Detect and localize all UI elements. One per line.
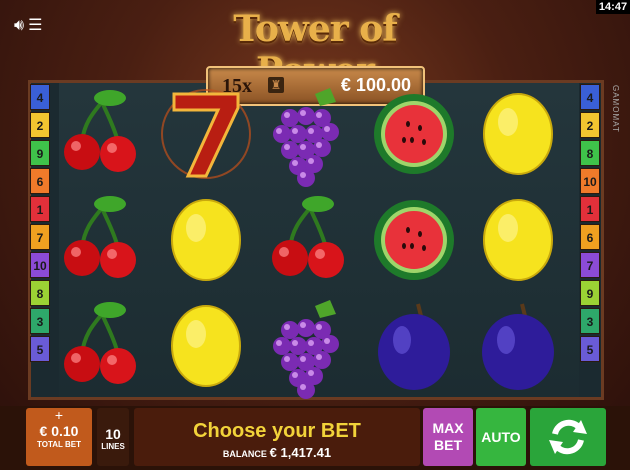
bet-control[interactable]: + € 0.10 TOTAL BET [26, 408, 92, 466]
reel-3 [267, 83, 371, 397]
payline-left-7: 7 [30, 224, 50, 250]
top-icons: 🔊︎ ☰ [14, 18, 42, 34]
sound-icon[interactable]: 🔊︎ [14, 18, 24, 34]
payline-right-7: 7 [580, 252, 600, 278]
payline-right-6: 6 [580, 224, 600, 250]
reel-1 [59, 83, 163, 397]
bet-plus-icon[interactable]: + [26, 408, 92, 422]
max-bet-label-1: MAX [432, 420, 464, 436]
payline-right-5: 5 [580, 336, 600, 362]
jackpot-value: € 100.00 [340, 75, 411, 95]
lines-display: 10 LINES [97, 408, 129, 466]
lines-label: LINES [101, 442, 125, 451]
max-bet-button[interactable]: MAX BET [423, 408, 473, 466]
payline-right-2: 2 [580, 112, 600, 138]
lines-value: 10 [105, 426, 121, 442]
auto-button[interactable]: AUTO [476, 408, 526, 466]
spin-button[interactable] [530, 408, 606, 466]
spin-arrows-icon [549, 419, 587, 455]
menu-icon[interactable]: ☰ [28, 18, 42, 34]
payline-left-2: 2 [30, 112, 50, 138]
reel-4 [371, 83, 475, 397]
balance-value: € 1,417.41 [269, 445, 332, 460]
multiplier-label: 15x [222, 75, 252, 97]
payline-left-3: 3 [30, 308, 50, 334]
payline-right-4: 4 [580, 84, 600, 110]
payline-left-5: 5 [30, 336, 50, 362]
game-logo: Tower of Power [233, 8, 398, 92]
payline-left-9: 9 [30, 140, 50, 166]
reel-5 [475, 83, 579, 397]
bet-label: TOTAL BET [37, 440, 81, 449]
brand-label: GAMOMAT [611, 85, 620, 133]
payline-column-right: 4 2 8 10 1 6 7 9 3 5 [580, 84, 600, 364]
message-text: Choose your BET [193, 420, 361, 442]
payline-left-10: 10 [30, 252, 50, 278]
reel-frame [28, 80, 604, 400]
payline-right-3: 3 [580, 308, 600, 334]
payline-left-6: 6 [30, 168, 50, 194]
max-bet-label-2: BET [434, 437, 462, 453]
payline-right-8: 8 [580, 140, 600, 166]
balance-label: BALANCE [222, 449, 267, 459]
payline-column-left: 4 2 9 6 1 7 10 8 3 5 [30, 84, 50, 364]
payline-right-10: 10 [580, 168, 600, 194]
message-panel: Choose your BET BALANCE € 1,417.41 [134, 408, 420, 466]
payline-left-8: 8 [30, 280, 50, 306]
tower-icon: ♜ [268, 77, 284, 93]
bet-value: € 0.10 [39, 423, 79, 439]
payline-left-1: 1 [30, 196, 50, 222]
reel-2 [163, 83, 267, 397]
payline-left-4: 4 [30, 84, 50, 110]
status-clock: 14:47 [596, 0, 630, 14]
payline-right-9: 9 [580, 280, 600, 306]
jackpot-banner: 15x ♜ € 100.00 [206, 66, 425, 106]
payline-right-1: 1 [580, 196, 600, 222]
balance-display: BALANCE € 1,417.41 [134, 445, 420, 460]
